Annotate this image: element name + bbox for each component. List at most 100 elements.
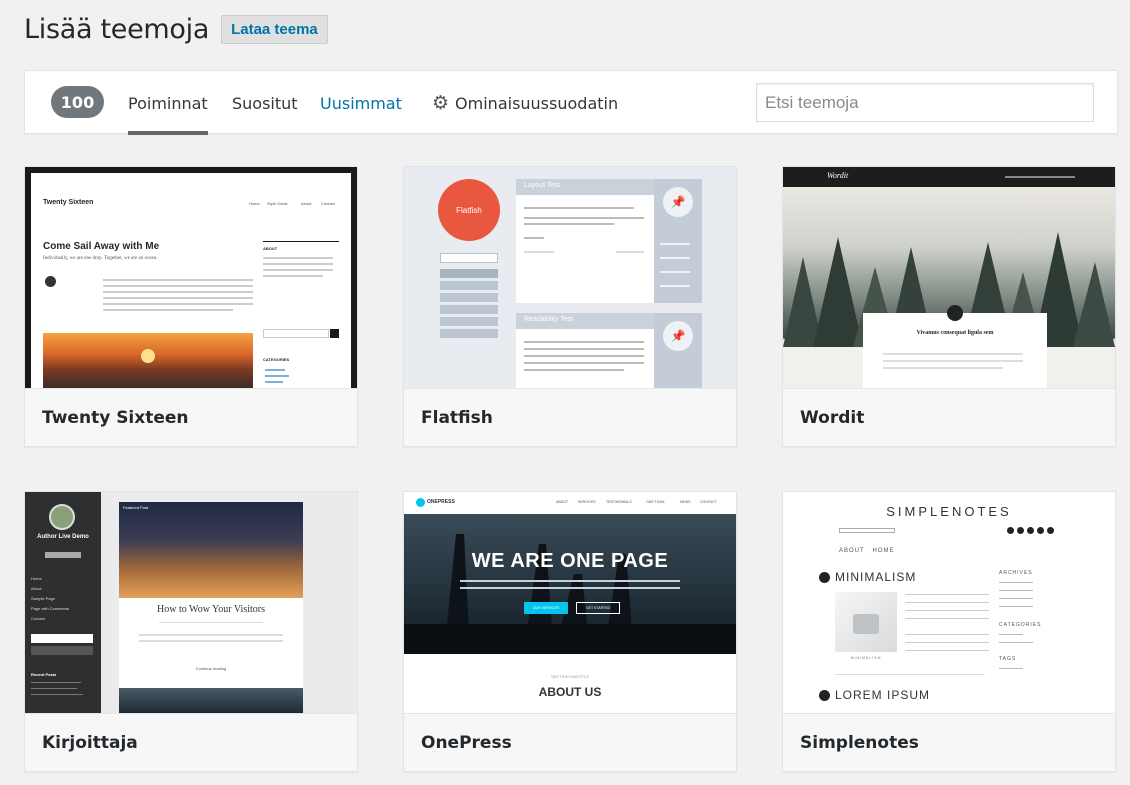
tab-featured[interactable]: Poiminnat: [128, 71, 208, 135]
theme-card-flatfish[interactable]: Flatfish Layout Test 📌 Readability Test …: [403, 166, 737, 447]
nav-item: CONTACT: [700, 500, 717, 504]
upload-theme-button[interactable]: Lataa teema: [221, 14, 328, 44]
theme-name: Wordit: [800, 407, 865, 428]
theme-screenshot[interactable]: ONEPRESS ABOUT SERVICES TESTIMONIALS OUR…: [404, 492, 736, 713]
text-line: [31, 682, 81, 683]
text-line: [263, 275, 323, 277]
meta-line: [159, 622, 263, 623]
text-line: [999, 598, 1033, 599]
simplenotes-nav: ABOUT HOME: [839, 548, 895, 554]
text-line: [524, 217, 644, 219]
text-line: [905, 618, 989, 619]
shot-search-box: [839, 528, 895, 533]
shot-about-heading: ABOUT: [263, 246, 278, 251]
avatar: [49, 504, 75, 530]
text-line: [524, 348, 644, 350]
menu-item: Page with Comments: [31, 606, 70, 611]
post-title: Readability Test: [524, 316, 574, 323]
shot-headline: Come Sail Away with Me: [43, 241, 160, 252]
onepress-logo: ONEPRESS: [427, 499, 455, 505]
theme-card-wordit[interactable]: Wordit Vivamus consequat ligula sem Word…: [782, 166, 1116, 447]
text-line: [31, 694, 83, 695]
tab-feature-filter[interactable]: ⚙ Ominaisuussuodatin: [432, 71, 618, 135]
theme-screenshot[interactable]: Wordit Vivamus consequat ligula sem: [783, 167, 1115, 388]
date-badge: [947, 305, 963, 321]
text-line: [905, 634, 989, 635]
social-icons: [45, 552, 81, 558]
shot-nav-about: About: [301, 201, 312, 206]
social-icons: [1007, 527, 1063, 535]
theme-card-twenty-sixteen[interactable]: Twenty Sixteen Home Style Guide About Co…: [24, 166, 358, 447]
hero-button-start-label: GET STARTED: [585, 606, 611, 610]
shot-categories-heading: CATEGORIES: [263, 357, 290, 362]
text-line: [263, 269, 333, 271]
shot-site-title: Twenty Sixteen: [43, 199, 94, 206]
text-line: [524, 355, 644, 357]
text-line: [999, 582, 1033, 583]
meta-line: [835, 674, 985, 675]
theme-card-kirjoittaja[interactable]: Author Live Demo Home About Sample Page …: [24, 491, 358, 772]
author-name: Author Live Demo: [37, 534, 89, 540]
theme-screenshot[interactable]: Twenty Sixteen Home Style Guide About Co…: [25, 167, 357, 388]
shot-search-box: [31, 634, 93, 643]
simplenotes-logo: SIMPLENOTES: [886, 504, 1012, 519]
text-line: [139, 634, 283, 636]
object-shape: [853, 614, 879, 634]
text-line: [263, 257, 333, 259]
shot-search-button: [330, 329, 339, 338]
theme-screenshot[interactable]: SIMPLENOTES ABOUT HOME MINIMALISM MINIMA…: [783, 492, 1115, 713]
shot-search-box: [440, 253, 498, 263]
page-title: Lisää teemoja: [24, 13, 210, 45]
text-line: [999, 634, 1023, 635]
tab-popular[interactable]: Suositut: [232, 71, 298, 135]
post-date-icon: [819, 690, 830, 701]
theme-name: Simplenotes: [800, 732, 919, 753]
theme-name-bar: Simplenotes: [783, 713, 1115, 771]
text-line: [905, 602, 989, 603]
sun-icon: [141, 349, 155, 363]
text-line: [660, 257, 690, 259]
text-line: [263, 263, 333, 265]
post-side-column: 📌: [654, 313, 702, 388]
text-line: [524, 369, 624, 371]
shot-menu-item: [440, 317, 498, 326]
theme-card-onepress[interactable]: ONEPRESS ABOUT SERVICES TESTIMONIALS OUR…: [403, 491, 737, 772]
text-line: [905, 594, 989, 595]
theme-name-bar: Flatfish: [404, 388, 736, 446]
categories-heading: CATEGORIES: [999, 622, 1042, 628]
pin-icon: 📌: [663, 187, 693, 217]
nav-line: [1005, 176, 1075, 178]
theme-screenshot[interactable]: Author Live Demo Home About Sample Page …: [25, 492, 357, 713]
wordit-logo: Wordit: [827, 171, 849, 180]
post-title: MINIMALISM: [835, 570, 917, 584]
theme-name-bar: OnePress: [404, 713, 736, 771]
post-title: Vivamus consequat ligula sem: [916, 330, 994, 336]
flatfish-logo: Flatfish: [438, 179, 500, 241]
theme-name-bar: Twenty Sixteen: [25, 388, 357, 446]
theme-screenshot[interactable]: Flatfish Layout Test 📌 Readability Test …: [404, 167, 736, 388]
theme-search-input[interactable]: [756, 83, 1094, 122]
shot-menu-item: [440, 305, 498, 314]
nav-item: SERVICES: [578, 500, 596, 504]
text-line: [31, 688, 77, 689]
theme-name-bar: Wordit: [783, 388, 1115, 446]
shot-nav-style: Style Guide: [267, 201, 288, 206]
hero-text-line: [460, 580, 680, 582]
shot-menu-item: [440, 293, 498, 302]
menu-item: Sample Page: [31, 596, 56, 601]
theme-card-simplenotes[interactable]: SIMPLENOTES ABOUT HOME MINIMALISM MINIMA…: [782, 491, 1116, 772]
post-card: Vivamus consequat ligula sem: [863, 305, 1047, 388]
post-card: Featured Post How to Wow Your Visitors C…: [119, 502, 303, 692]
page-header: Lisää teemoja Lataa teema: [24, 12, 328, 46]
text-line: [103, 297, 253, 299]
text-line: [660, 271, 690, 273]
nav-item: TESTIMONIALS: [606, 500, 632, 504]
text-line: [905, 642, 989, 643]
shot-menu-item: [440, 269, 498, 278]
hero-text-line: [460, 587, 680, 589]
theme-name: Kirjoittaja: [42, 732, 138, 753]
tab-latest[interactable]: Uusimmat: [320, 71, 402, 135]
next-post-image: [119, 688, 303, 713]
post-box: Readability Test: [516, 313, 654, 388]
post-side-column: 📌: [654, 179, 702, 303]
